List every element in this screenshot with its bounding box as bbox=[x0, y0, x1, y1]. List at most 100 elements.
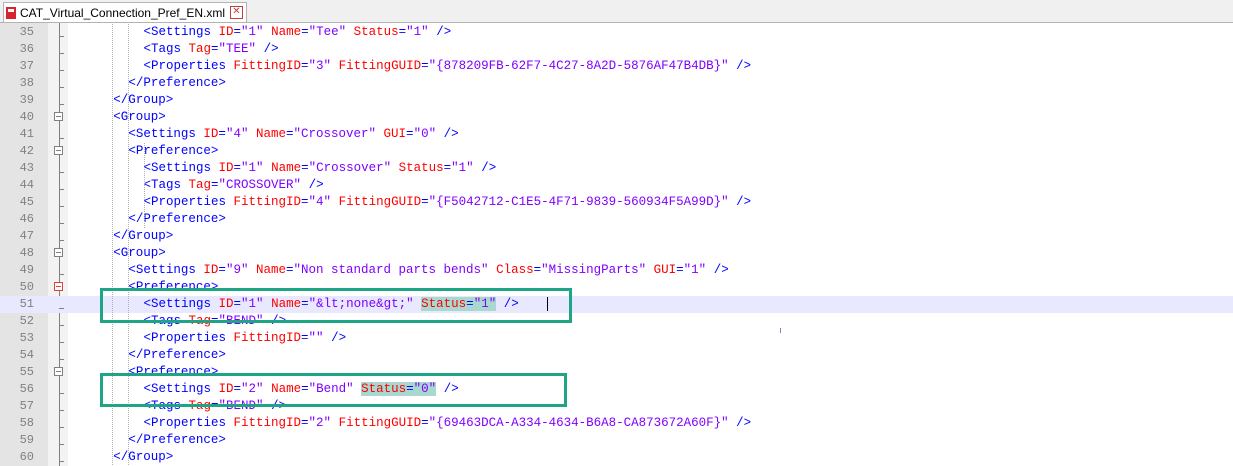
xml-attribute-token: FittingGUID bbox=[338, 59, 422, 73]
fold-tick bbox=[59, 274, 64, 275]
xml-tag-token bbox=[391, 161, 399, 175]
code-line[interactable]: 39 </Group> bbox=[0, 92, 1233, 109]
xml-value-token: "Crossover" bbox=[308, 161, 392, 175]
xml-tag-token: /> bbox=[728, 59, 752, 73]
code-line[interactable]: 41 <Settings ID="4" Name="Crossover" GUI=… bbox=[0, 126, 1233, 143]
xml-file-icon bbox=[6, 6, 16, 19]
fold-toggle-icon[interactable] bbox=[54, 112, 63, 121]
code-line[interactable]: 36 <Tags Tag="TEE" /> bbox=[0, 41, 1233, 58]
close-icon[interactable]: ✕ bbox=[229, 6, 243, 19]
code-line[interactable]: 42 <Preference> bbox=[0, 143, 1233, 160]
fold-toggle-icon[interactable] bbox=[54, 282, 63, 291]
fold-tick bbox=[59, 342, 64, 343]
xml-tag-token bbox=[248, 127, 256, 141]
code-text: </Preference> bbox=[128, 347, 226, 364]
xml-tag-token: = bbox=[421, 195, 429, 209]
line-number: 36 bbox=[19, 42, 34, 56]
xml-tag-token: <Properties bbox=[143, 195, 234, 209]
xml-tag-token: </Preference> bbox=[128, 433, 226, 447]
xml-tag-token: /> bbox=[728, 416, 752, 430]
xml-tag-token: <Tags bbox=[143, 42, 189, 56]
xml-tag-token: /> bbox=[428, 25, 452, 39]
xml-tag-token bbox=[264, 161, 272, 175]
code-line[interactable]: 45 <Properties FittingID="4" FittingGUID=… bbox=[0, 194, 1233, 211]
code-line[interactable]: 37 <Properties FittingID="3" FittingGUID=… bbox=[0, 58, 1233, 75]
line-number: 60 bbox=[19, 450, 34, 464]
annotation-highlight-box bbox=[100, 288, 572, 323]
code-line[interactable]: 54 </Preference> bbox=[0, 347, 1233, 364]
code-line[interactable]: 60 </Group> bbox=[0, 449, 1233, 466]
fold-tick bbox=[59, 104, 64, 105]
code-line[interactable]: 49 <Settings ID="9" Name="Non standard pa… bbox=[0, 262, 1233, 279]
code-line[interactable]: 59 </Preference> bbox=[0, 432, 1233, 449]
xml-attribute-token: Class bbox=[496, 263, 534, 277]
xml-tag-token bbox=[264, 25, 272, 39]
fold-tick bbox=[59, 223, 64, 224]
line-number: 54 bbox=[19, 348, 34, 362]
xml-value-token: "1" bbox=[241, 161, 264, 175]
code-line[interactable]: 48 <Group> bbox=[0, 245, 1233, 262]
xml-tag-token bbox=[489, 263, 497, 277]
line-number: 55 bbox=[19, 365, 34, 379]
code-text: <Group> bbox=[113, 109, 166, 126]
xml-attribute-token: FittingID bbox=[233, 195, 302, 209]
xml-attribute-token: ID bbox=[203, 127, 219, 141]
code-text: </Group> bbox=[113, 92, 173, 109]
xml-tag-token: = bbox=[301, 59, 309, 73]
xml-tag-token: </Group> bbox=[113, 450, 174, 464]
fold-toggle-icon[interactable] bbox=[54, 146, 63, 155]
xml-tag-token: <Settings bbox=[143, 161, 219, 175]
xml-value-token: "3" bbox=[308, 59, 332, 73]
line-number: 44 bbox=[19, 178, 34, 192]
code-line[interactable]: 46 </Preference> bbox=[0, 211, 1233, 228]
line-number: 51 bbox=[19, 297, 34, 311]
xml-attribute-token: Tag bbox=[188, 42, 212, 56]
xml-tag-token: </Preference> bbox=[128, 348, 226, 362]
xml-tag-token: /> bbox=[728, 195, 752, 209]
xml-tag-token: /> bbox=[706, 263, 729, 277]
xml-tag-token: = bbox=[301, 25, 309, 39]
code-editor[interactable]: 35 <Settings ID="1" Name="Tee" Status="1"… bbox=[0, 23, 1233, 466]
code-line[interactable]: 58 <Properties FittingID="2" FittingGUID=… bbox=[0, 415, 1233, 432]
line-number: 49 bbox=[19, 263, 34, 277]
xml-tag-token: <Preference> bbox=[128, 144, 219, 158]
xml-tag-token bbox=[331, 59, 339, 73]
code-text: </Group> bbox=[113, 228, 173, 245]
xml-tag-token: /> bbox=[301, 178, 324, 192]
code-text: <Properties FittingID="3" FittingGUID="{… bbox=[144, 58, 752, 75]
code-line[interactable]: 40 <Group> bbox=[0, 109, 1233, 126]
line-number: 48 bbox=[19, 246, 34, 260]
line-number: 41 bbox=[19, 127, 34, 141]
xml-tag-token: = bbox=[533, 263, 542, 277]
line-number: 40 bbox=[19, 110, 34, 124]
line-number: 56 bbox=[19, 382, 34, 396]
line-number: 57 bbox=[19, 399, 34, 413]
xml-tag-token: </Preference> bbox=[128, 76, 226, 90]
code-line[interactable]: 47 </Group> bbox=[0, 228, 1233, 245]
code-line[interactable]: 43 <Settings ID="1" Name="Crossover" Stat… bbox=[0, 160, 1233, 177]
xml-tag-token: = bbox=[421, 416, 429, 430]
file-tab[interactable]: CAT_Virtual_Connection_Pref_EN.xml ✕ bbox=[3, 2, 247, 22]
code-text: </Preference> bbox=[128, 432, 226, 449]
line-number: 52 bbox=[19, 314, 34, 328]
code-text: <Group> bbox=[113, 245, 166, 262]
fold-tick bbox=[59, 461, 64, 462]
code-line[interactable]: 44 <Tags Tag="CROSSOVER" /> bbox=[0, 177, 1233, 194]
line-number: 47 bbox=[19, 229, 34, 243]
xml-tag-token bbox=[248, 263, 256, 277]
line-number: 46 bbox=[19, 212, 34, 226]
code-line[interactable]: 53 <Properties FittingID="" /> bbox=[0, 330, 1233, 347]
fold-toggle-icon[interactable] bbox=[54, 248, 63, 257]
xml-attribute-token: Name bbox=[271, 161, 302, 175]
code-line[interactable]: 38 </Preference> bbox=[0, 75, 1233, 92]
xml-value-token: "0" bbox=[413, 127, 437, 141]
fold-toggle-icon[interactable] bbox=[54, 367, 63, 376]
code-text: <Properties FittingID="2" FittingGUID="{… bbox=[144, 415, 752, 432]
code-line[interactable]: 35 <Settings ID="1" Name="Tee" Status="1"… bbox=[0, 24, 1233, 41]
xml-value-token: "1" bbox=[406, 25, 429, 39]
fold-tick bbox=[59, 53, 64, 54]
xml-attribute-token: FittingGUID bbox=[338, 195, 422, 209]
xml-attribute-token: GUI bbox=[383, 127, 407, 141]
code-text: <Settings ID="9" Name="Non standard part… bbox=[128, 262, 728, 279]
fold-tick bbox=[59, 308, 64, 309]
